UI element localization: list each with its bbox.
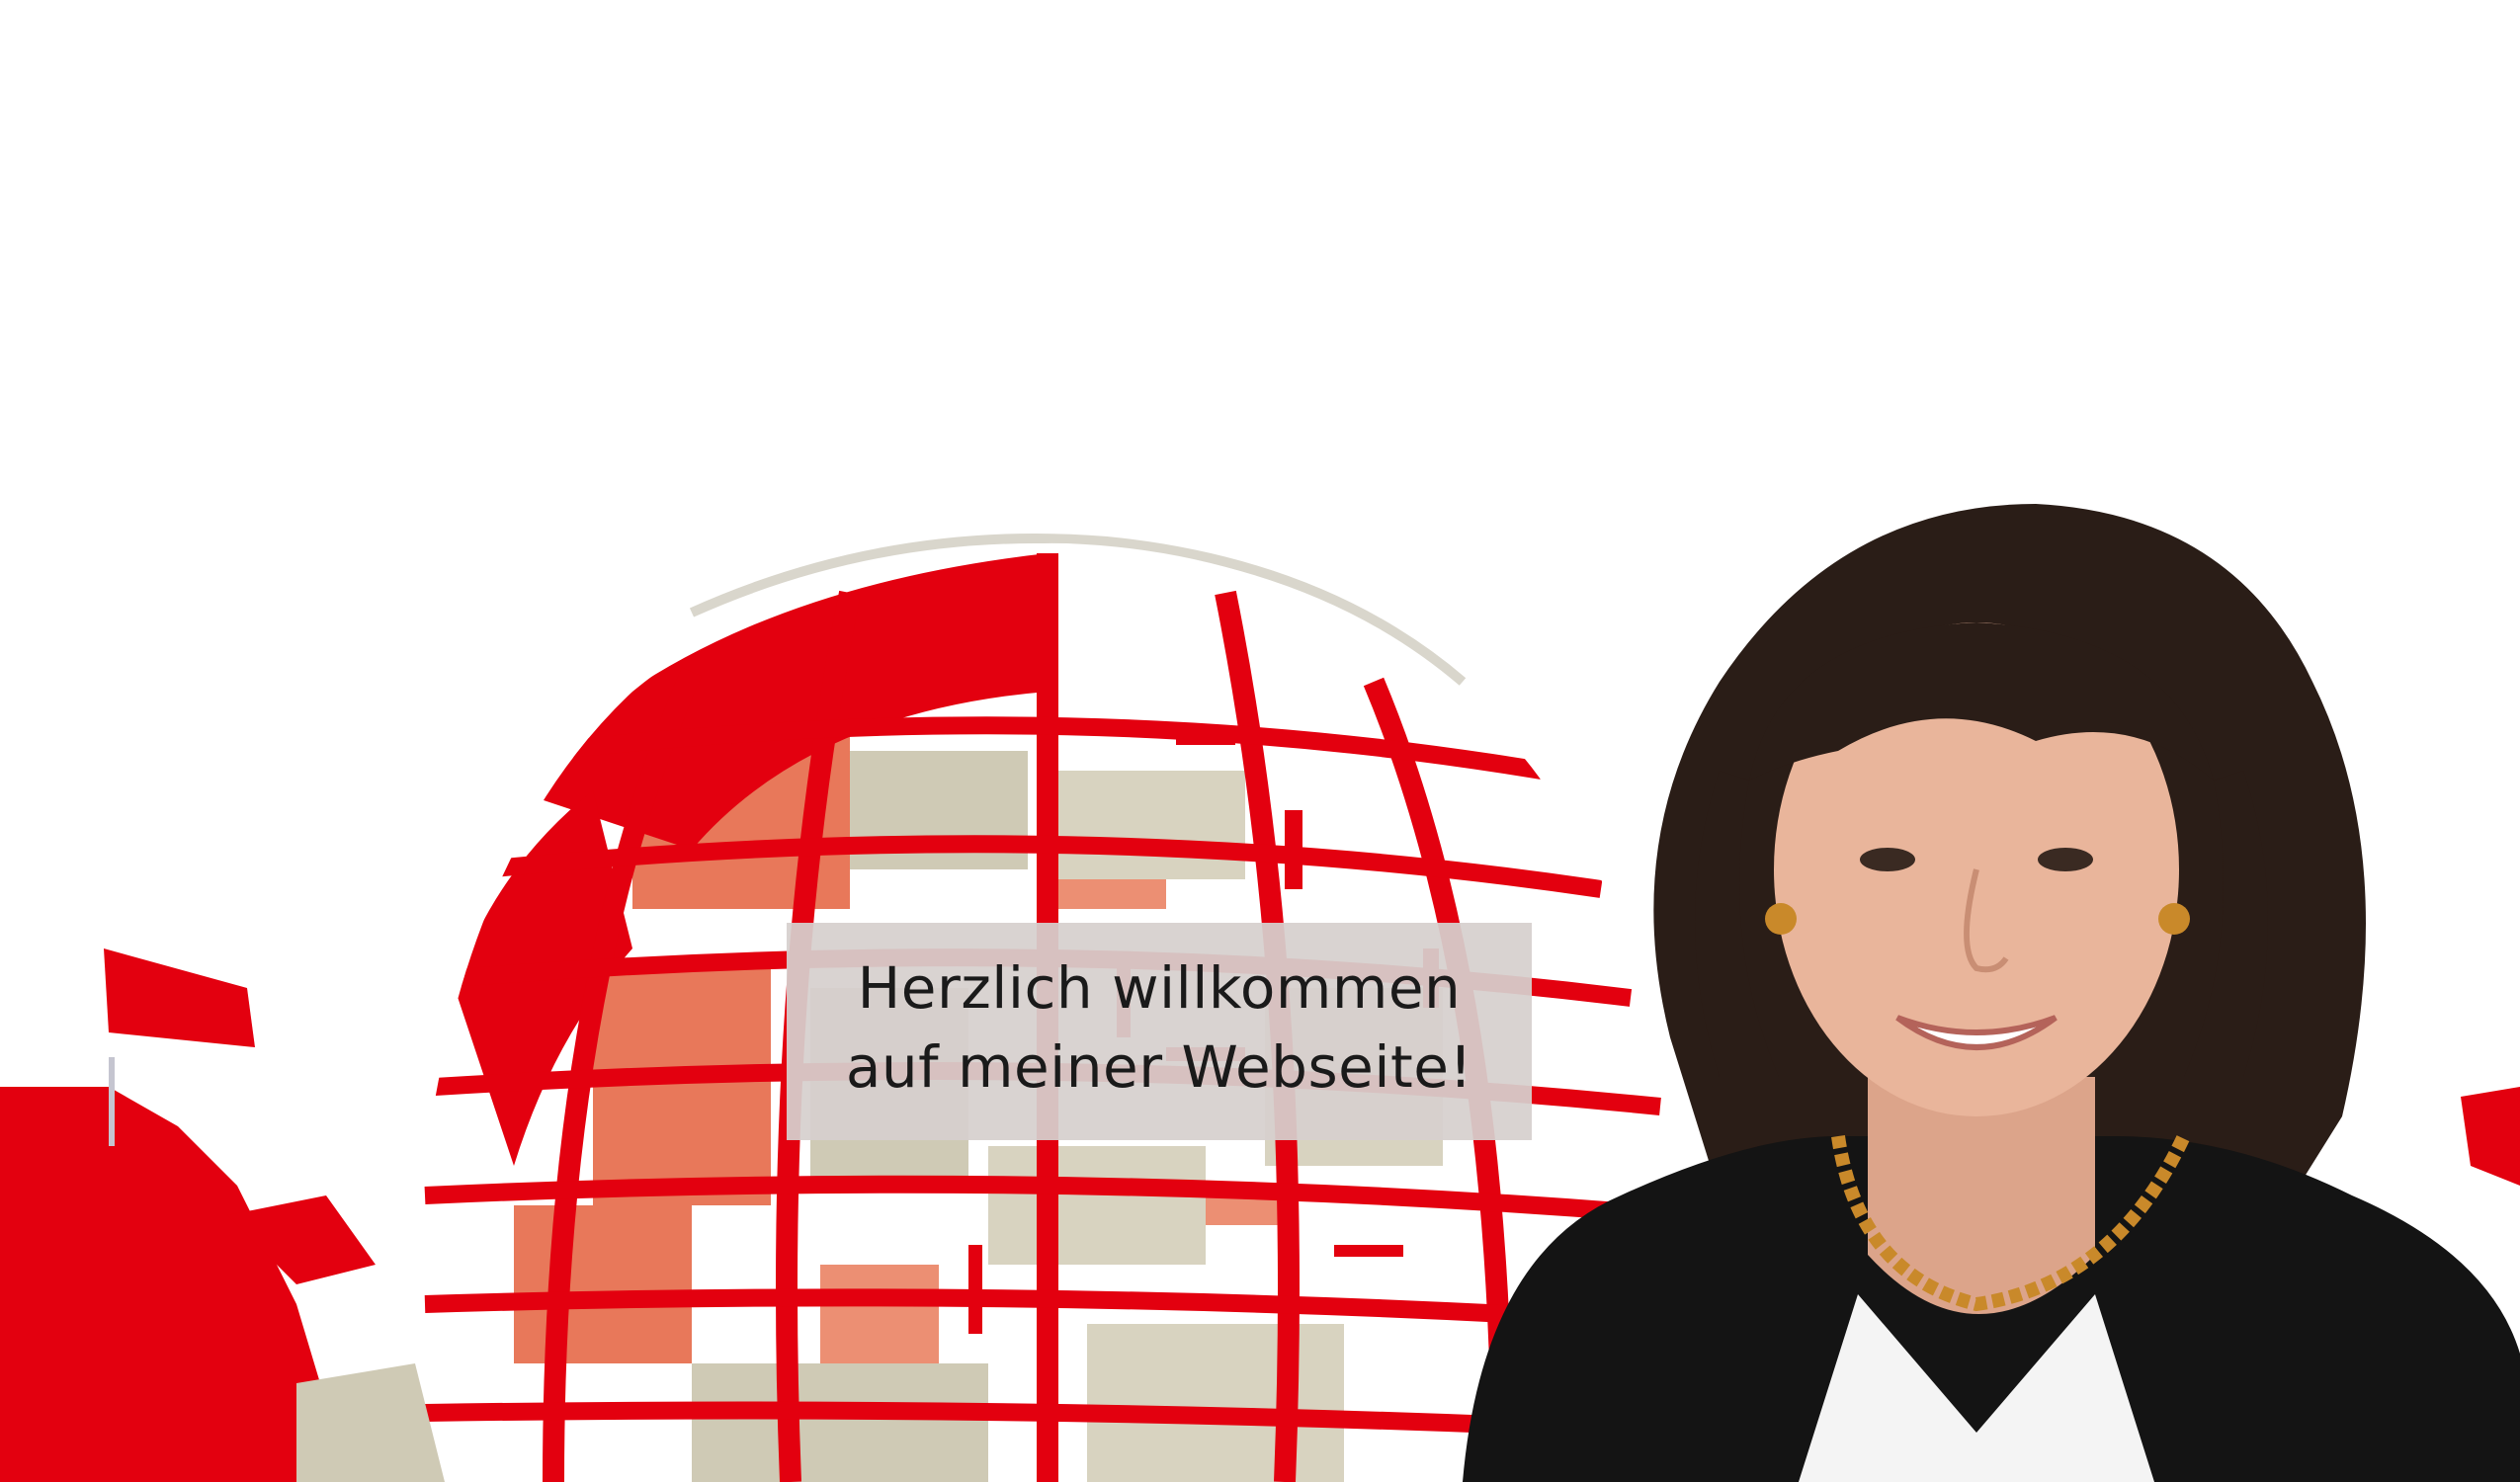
header-banner: Herzlich willkommen auf meiner Webseite!	[0, 0, 2520, 1482]
welcome-message-box: Herzlich willkommen auf meiner Webseite!	[787, 923, 1532, 1140]
welcome-line-1: Herzlich willkommen	[857, 954, 1462, 1022]
portrait-photo	[1463, 504, 2520, 1482]
welcome-line-2: auf meiner Webseite!	[845, 1033, 1473, 1101]
